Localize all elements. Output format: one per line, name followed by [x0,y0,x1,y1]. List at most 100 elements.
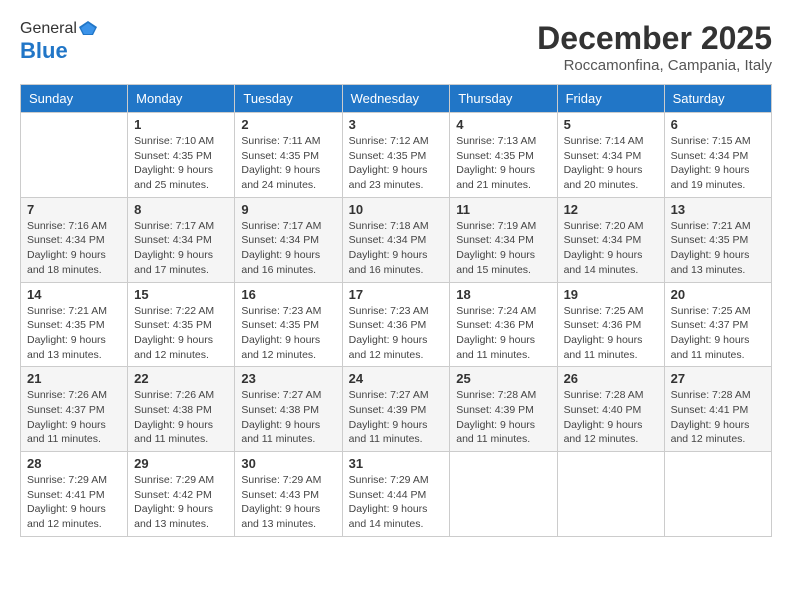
page-header: General Blue December 2025 Roccamonfina,… [20,20,772,74]
day-number: 29 [134,456,228,471]
calendar-table: SundayMondayTuesdayWednesdayThursdayFrid… [20,84,772,537]
calendar-cell [664,452,771,537]
day-header-thursday: Thursday [450,85,557,113]
day-number: 30 [241,456,335,471]
calendar-cell: 9 Sunrise: 7:17 AMSunset: 4:34 PMDaylight… [235,197,342,282]
day-info: Sunrise: 7:21 AMSunset: 4:35 PMDaylight:… [27,304,121,363]
day-number: 18 [456,287,550,302]
calendar-cell: 4 Sunrise: 7:13 AMSunset: 4:35 PMDaylight… [450,113,557,198]
calendar-cell: 28 Sunrise: 7:29 AMSunset: 4:41 PMDayligh… [21,452,128,537]
day-number: 19 [564,287,658,302]
day-info: Sunrise: 7:11 AMSunset: 4:35 PMDaylight:… [241,134,335,193]
day-info: Sunrise: 7:26 AMSunset: 4:38 PMDaylight:… [134,388,228,447]
day-header-saturday: Saturday [664,85,771,113]
day-info: Sunrise: 7:27 AMSunset: 4:38 PMDaylight:… [241,388,335,447]
day-number: 12 [564,202,658,217]
day-number: 31 [349,456,444,471]
day-info: Sunrise: 7:28 AMSunset: 4:41 PMDaylight:… [671,388,765,447]
day-info: Sunrise: 7:24 AMSunset: 4:36 PMDaylight:… [456,304,550,363]
day-number: 3 [349,117,444,132]
day-info: Sunrise: 7:13 AMSunset: 4:35 PMDaylight:… [456,134,550,193]
day-header-monday: Monday [128,85,235,113]
day-number: 26 [564,371,658,386]
logo-icon [79,21,97,37]
day-header-friday: Friday [557,85,664,113]
day-number: 13 [671,202,765,217]
calendar-cell [21,113,128,198]
day-number: 9 [241,202,335,217]
calendar-cell: 10Sunrise: 7:18 AMSunset: 4:34 PMDayligh… [342,197,450,282]
day-info: Sunrise: 7:17 AMSunset: 4:34 PMDaylight:… [241,219,335,278]
header-row: SundayMondayTuesdayWednesdayThursdayFrid… [21,85,772,113]
logo: General Blue [20,20,97,64]
calendar-cell: 26 Sunrise: 7:28 AMSunset: 4:40 PMDayligh… [557,367,664,452]
week-row-1: 1 Sunrise: 7:10 AMSunset: 4:35 PMDaylight… [21,113,772,198]
calendar-cell: 6Sunrise: 7:15 AMSunset: 4:34 PMDaylight… [664,113,771,198]
calendar-cell: 30 Sunrise: 7:29 AMSunset: 4:43 PMDayligh… [235,452,342,537]
calendar-cell: 31 Sunrise: 7:29 AMSunset: 4:44 PMDayligh… [342,452,450,537]
calendar-cell: 5 Sunrise: 7:14 AMSunset: 4:34 PMDaylight… [557,113,664,198]
calendar-cell: 15Sunrise: 7:22 AMSunset: 4:35 PMDayligh… [128,282,235,367]
calendar-cell: 20Sunrise: 7:25 AMSunset: 4:37 PMDayligh… [664,282,771,367]
calendar-cell: 22 Sunrise: 7:26 AMSunset: 4:38 PMDayligh… [128,367,235,452]
day-header-wednesday: Wednesday [342,85,450,113]
calendar-cell: 12 Sunrise: 7:20 AMSunset: 4:34 PMDayligh… [557,197,664,282]
day-info: Sunrise: 7:27 AMSunset: 4:39 PMDaylight:… [349,388,444,447]
day-number: 1 [134,117,228,132]
logo-general-text: General [20,20,77,38]
calendar-cell [557,452,664,537]
day-info: Sunrise: 7:12 AMSunset: 4:35 PMDaylight:… [349,134,444,193]
day-info: Sunrise: 7:20 AMSunset: 4:34 PMDaylight:… [564,219,658,278]
calendar-cell: 8Sunrise: 7:17 AMSunset: 4:34 PMDaylight… [128,197,235,282]
calendar-cell: 24 Sunrise: 7:27 AMSunset: 4:39 PMDayligh… [342,367,450,452]
day-number: 7 [27,202,121,217]
day-number: 27 [671,371,765,386]
day-info: Sunrise: 7:28 AMSunset: 4:39 PMDaylight:… [456,388,550,447]
calendar-cell: 7Sunrise: 7:16 AMSunset: 4:34 PMDaylight… [21,197,128,282]
logo-blue-text: Blue [20,38,68,64]
day-info: Sunrise: 7:26 AMSunset: 4:37 PMDaylight:… [27,388,121,447]
day-number: 24 [349,371,444,386]
calendar-cell: 1 Sunrise: 7:10 AMSunset: 4:35 PMDaylight… [128,113,235,198]
day-info: Sunrise: 7:29 AMSunset: 4:42 PMDaylight:… [134,473,228,532]
calendar-cell: 3 Sunrise: 7:12 AMSunset: 4:35 PMDaylight… [342,113,450,198]
day-number: 15 [134,287,228,302]
day-number: 17 [349,287,444,302]
day-number: 22 [134,371,228,386]
day-info: Sunrise: 7:14 AMSunset: 4:34 PMDaylight:… [564,134,658,193]
day-number: 14 [27,287,121,302]
calendar-cell: 18 Sunrise: 7:24 AMSunset: 4:36 PMDayligh… [450,282,557,367]
calendar-cell [450,452,557,537]
day-info: Sunrise: 7:17 AMSunset: 4:34 PMDaylight:… [134,219,228,278]
day-number: 25 [456,371,550,386]
day-number: 21 [27,371,121,386]
day-info: Sunrise: 7:28 AMSunset: 4:40 PMDaylight:… [564,388,658,447]
calendar-cell: 13 Sunrise: 7:21 AMSunset: 4:35 PMDayligh… [664,197,771,282]
day-number: 10 [349,202,444,217]
day-number: 23 [241,371,335,386]
calendar-cell: 2Sunrise: 7:11 AMSunset: 4:35 PMDaylight… [235,113,342,198]
calendar-cell: 14 Sunrise: 7:21 AMSunset: 4:35 PMDayligh… [21,282,128,367]
day-header-tuesday: Tuesday [235,85,342,113]
week-row-5: 28 Sunrise: 7:29 AMSunset: 4:41 PMDayligh… [21,452,772,537]
calendar-cell: 25 Sunrise: 7:28 AMSunset: 4:39 PMDayligh… [450,367,557,452]
title-block: December 2025 Roccamonfina, Campania, It… [537,20,772,74]
calendar-cell: 19Sunrise: 7:25 AMSunset: 4:36 PMDayligh… [557,282,664,367]
day-info: Sunrise: 7:23 AMSunset: 4:35 PMDaylight:… [241,304,335,363]
day-number: 16 [241,287,335,302]
week-row-3: 14 Sunrise: 7:21 AMSunset: 4:35 PMDayligh… [21,282,772,367]
day-number: 5 [564,117,658,132]
day-info: Sunrise: 7:29 AMSunset: 4:44 PMDaylight:… [349,473,444,532]
day-info: Sunrise: 7:10 AMSunset: 4:35 PMDaylight:… [134,134,228,193]
day-number: 28 [27,456,121,471]
day-info: Sunrise: 7:21 AMSunset: 4:35 PMDaylight:… [671,219,765,278]
day-info: Sunrise: 7:19 AMSunset: 4:34 PMDaylight:… [456,219,550,278]
calendar-cell: 23 Sunrise: 7:27 AMSunset: 4:38 PMDayligh… [235,367,342,452]
day-info: Sunrise: 7:29 AMSunset: 4:41 PMDaylight:… [27,473,121,532]
day-number: 20 [671,287,765,302]
day-info: Sunrise: 7:23 AMSunset: 4:36 PMDaylight:… [349,304,444,363]
day-number: 11 [456,202,550,217]
day-info: Sunrise: 7:29 AMSunset: 4:43 PMDaylight:… [241,473,335,532]
calendar-cell: 29 Sunrise: 7:29 AMSunset: 4:42 PMDayligh… [128,452,235,537]
day-number: 4 [456,117,550,132]
